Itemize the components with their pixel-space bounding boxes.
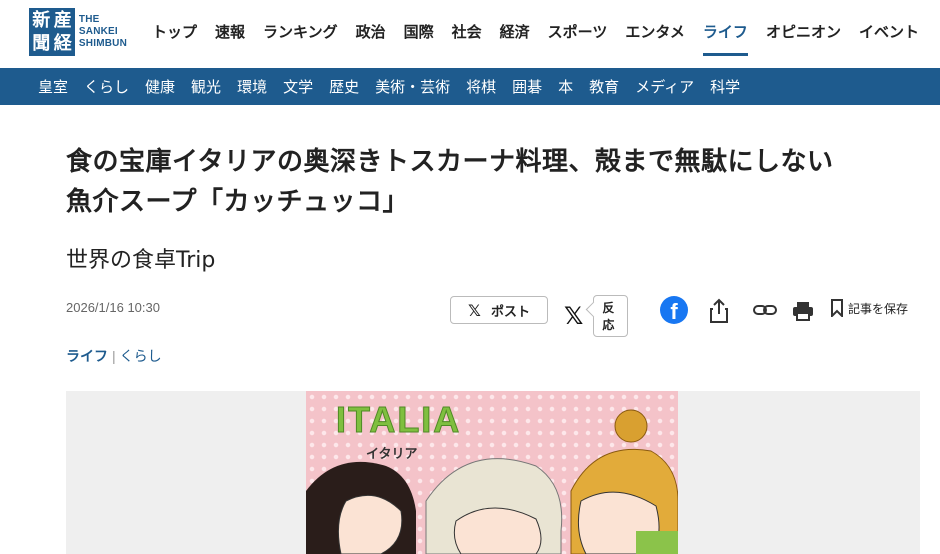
sub-nav: 皇室 くらし 健康 観光 環境 文学 歴史 美術・芸術 将棋 囲碁 本 教育 メ… — [0, 68, 940, 105]
nav-item-sports[interactable]: スポーツ — [539, 20, 617, 46]
post-button-label: ポスト — [490, 303, 530, 319]
site-logo[interactable]: 新 産 聞 経 THE SANKEI SHIMBUN — [29, 8, 127, 56]
nav-item-top[interactable]: トップ — [143, 20, 206, 46]
facebook-icon[interactable]: f — [660, 296, 688, 324]
reaction-label: 反応 — [593, 295, 629, 337]
subnav-item-health[interactable]: 健康 — [137, 76, 183, 97]
nav-item-economy[interactable]: 経済 — [491, 20, 539, 46]
logo-text-line: SANKEI — [78, 26, 118, 37]
article-title-line: 魚介スープ「カッチュッコ」 — [66, 187, 409, 217]
logo-text-line: SHIMBUN — [78, 38, 127, 49]
subnav-item-living[interactable]: くらし — [76, 76, 137, 97]
subnav-item-imperial[interactable]: 皇室 — [30, 76, 76, 97]
logo-char: 聞 — [32, 33, 51, 54]
nav-item-society[interactable]: 社会 — [443, 20, 491, 46]
logo-wordmark: THE SANKEI SHIMBUN — [79, 14, 127, 50]
x-reactions[interactable]: 𝕏 反応 — [564, 295, 629, 337]
character-right-clothing — [636, 531, 678, 554]
save-article-button[interactable]: 記事を保存 — [830, 299, 908, 317]
character-middle-face — [453, 507, 542, 554]
category-separator: | — [112, 348, 116, 364]
nav-item-breaking[interactable]: 速報 — [206, 20, 254, 46]
nav-item-ranking[interactable]: ランキング — [254, 20, 347, 46]
subnav-item-history[interactable]: 歴史 — [321, 76, 367, 97]
bookmark-icon — [831, 299, 843, 317]
subnav-item-literature[interactable]: 文学 — [275, 76, 321, 97]
subnav-item-media[interactable]: メディア — [627, 76, 702, 97]
site-header: 新 産 聞 経 THE SANKEI SHIMBUN トップ 速報 ランキング … — [0, 0, 940, 68]
article-series: 世界の食卓Trip — [66, 248, 216, 273]
share-icon[interactable] — [708, 298, 730, 324]
nav-item-life[interactable]: ライフ — [694, 20, 757, 56]
character-left-face — [337, 494, 403, 554]
category-link-life[interactable]: ライフ — [66, 348, 108, 364]
subnav-item-education[interactable]: 教育 — [581, 76, 627, 97]
x-icon: 𝕏 — [564, 302, 584, 330]
logo-char: 経 — [53, 33, 72, 54]
subnav-item-arts[interactable]: 美術・芸術 — [367, 76, 458, 97]
logo-mark: 新 産 聞 経 — [29, 8, 75, 56]
link-icon[interactable] — [752, 301, 778, 319]
category-link-living[interactable]: くらし — [120, 348, 162, 364]
subnav-item-environment[interactable]: 環境 — [229, 76, 275, 97]
subnav-item-shogi[interactable]: 将棋 — [458, 76, 504, 97]
save-label: 記事を保存 — [848, 301, 909, 316]
nav-item-opinion[interactable]: オピニオン — [757, 20, 850, 46]
print-icon[interactable] — [792, 300, 814, 322]
category-breadcrumb: ライフ | くらし — [66, 346, 162, 366]
article-title-line: 食の宝庫イタリアの奥深きトスカーナ料理、殻まで無駄にしない — [66, 147, 834, 177]
article-title: 食の宝庫イタリアの奥深きトスカーナ料理、殻まで無駄にしない 魚介スープ「カッチュ… — [66, 142, 926, 222]
share-bar: 𝕏 ポスト 𝕏 反応 f 記事を保存 — [450, 295, 908, 337]
post-to-x-button[interactable]: 𝕏 ポスト — [450, 296, 548, 324]
subnav-item-books[interactable]: 本 — [550, 76, 581, 97]
subnav-item-science[interactable]: 科学 — [702, 76, 748, 97]
hero-image-area: ITALIA イタリア — [66, 391, 920, 554]
illustration-characters — [306, 409, 678, 554]
subnav-item-go[interactable]: 囲碁 — [504, 76, 550, 97]
logo-text-line: THE — [78, 14, 100, 25]
x-icon: 𝕏 — [468, 300, 481, 320]
subnav-item-tourism[interactable]: 観光 — [183, 76, 229, 97]
nav-item-entertainment[interactable]: エンタメ — [616, 20, 694, 46]
publish-date: 2026/1/16 10:30 — [66, 300, 160, 315]
logo-char: 産 — [53, 10, 72, 31]
character-right-hair-bun — [614, 409, 648, 443]
nav-item-event[interactable]: イベント — [850, 20, 928, 46]
nav-item-politics[interactable]: 政治 — [347, 20, 395, 46]
hero-illustration[interactable]: ITALIA イタリア — [306, 391, 678, 554]
nav-item-international[interactable]: 国際 — [395, 20, 443, 46]
main-nav: トップ 速報 ランキング 政治 国際 社会 経済 スポーツ エンタメ ライフ オ… — [143, 20, 928, 56]
logo-char: 新 — [32, 10, 51, 31]
